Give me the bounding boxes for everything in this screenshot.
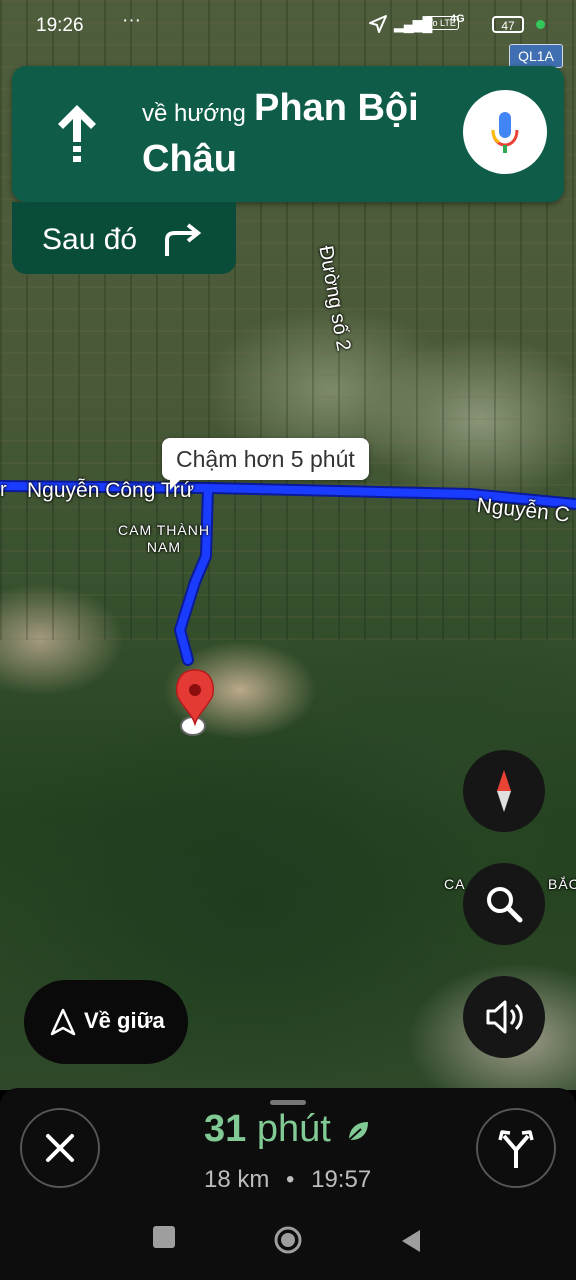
delay-callout[interactable]: Chậm hơn 5 phút bbox=[162, 438, 369, 490]
status-more-icon: ··· bbox=[122, 10, 141, 31]
status-time: 19:26 bbox=[36, 15, 84, 36]
home-icon bbox=[274, 1226, 302, 1254]
compass-icon bbox=[497, 770, 511, 812]
next-step-card[interactable]: Sau đó bbox=[12, 202, 236, 274]
network-type: 4G bbox=[450, 13, 465, 25]
navigation-arrow-icon bbox=[50, 1008, 76, 1036]
battery-icon: 47 bbox=[492, 16, 524, 33]
back-icon bbox=[402, 1230, 420, 1252]
recenter-button[interactable]: Về giữa bbox=[24, 980, 188, 1064]
road-name-left: Nguyễn Công Trứ bbox=[27, 479, 194, 502]
trip-distance: 18 km bbox=[204, 1166, 270, 1193]
instruction-toward: về hướng bbox=[142, 100, 246, 127]
area-name: CAM THÀNH NAM bbox=[118, 522, 210, 555]
destination-pin-icon bbox=[175, 669, 215, 727]
separator-dot: • bbox=[286, 1166, 295, 1193]
speaker-icon bbox=[486, 1000, 523, 1034]
microphone-icon bbox=[491, 112, 519, 153]
straight-arrow-icon bbox=[52, 102, 102, 166]
turn-instruction-card[interactable]: về hướng Phan Bội Châu bbox=[12, 66, 564, 202]
road-name-fragment: r bbox=[0, 479, 7, 501]
close-icon bbox=[46, 1134, 74, 1162]
alternate-routes-button[interactable] bbox=[476, 1108, 556, 1188]
home-button[interactable] bbox=[273, 1225, 303, 1260]
status-bar: 19:26 ··· ▂▄▆█ Vo LTE 4G 47 bbox=[0, 0, 576, 50]
privacy-dot-icon bbox=[536, 20, 545, 29]
exit-navigation-button[interactable] bbox=[20, 1108, 100, 1188]
then-label: Sau đó bbox=[42, 223, 138, 256]
area-name-right-2: BẮC bbox=[548, 876, 576, 892]
highway-shield: QL1A bbox=[509, 44, 563, 68]
back-button[interactable] bbox=[400, 1228, 422, 1259]
sound-button[interactable] bbox=[463, 976, 545, 1058]
instruction-street-cont: Châu bbox=[142, 138, 237, 180]
arrival-time: 19:57 bbox=[311, 1166, 372, 1193]
recents-button[interactable] bbox=[153, 1226, 175, 1248]
eco-leaf-icon bbox=[348, 1121, 369, 1141]
drag-handle[interactable] bbox=[270, 1100, 306, 1105]
trip-details: 18 km • 19:57 bbox=[204, 1166, 371, 1194]
recenter-label: Về giữa bbox=[84, 1008, 165, 1033]
instruction-street: Phan Bội bbox=[254, 87, 419, 129]
trip-duration: 31 phút bbox=[204, 1108, 371, 1151]
location-arrow-icon bbox=[368, 14, 388, 40]
duration-unit: phút bbox=[256, 1108, 331, 1150]
route-fork-icon bbox=[498, 1130, 534, 1168]
turn-right-icon bbox=[162, 222, 206, 258]
voice-search-button[interactable] bbox=[463, 90, 547, 174]
search-button[interactable] bbox=[463, 863, 545, 945]
recents-icon bbox=[153, 1226, 175, 1248]
search-icon bbox=[487, 887, 523, 923]
duration-value: 31 bbox=[204, 1108, 247, 1150]
compass-button[interactable] bbox=[463, 750, 545, 832]
